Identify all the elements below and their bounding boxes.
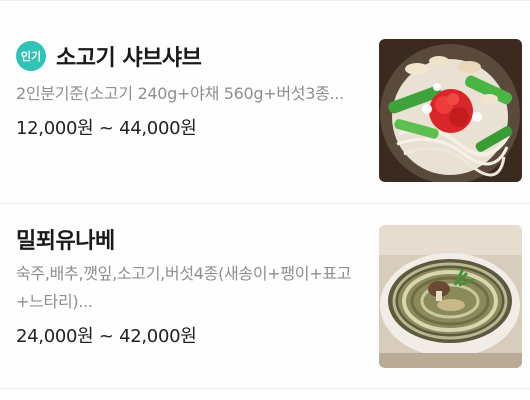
menu-item-title: 밀푀유나베 <box>16 229 115 254</box>
shabu-shabu-photo <box>379 39 522 182</box>
menu-item-info: 밀푀유나베 숙주,배추,깻잎,소고기,버섯4종(새송이+팽이+표고+느타리)..… <box>16 204 361 348</box>
menu-item-price: 24,000원 ~ 42,000원 <box>16 326 197 347</box>
menu-list: 인기 소고기 샤브샤브 2인분기준(소고기 240g+야채 560g+버섯3종.… <box>0 0 530 400</box>
title-row: 인기 소고기 샤브샤브 <box>16 38 361 74</box>
title-row: 밀푀유나베 <box>16 221 361 257</box>
menu-item-info: 인기 소고기 샤브샤브 2인분기준(소고기 240g+야채 560g+버섯3종.… <box>16 25 361 140</box>
shabu-shabu-illustration <box>379 39 522 182</box>
menu-item-description: 2인분기준(소고기 240g+야채 560g+버섯3종... <box>16 84 344 103</box>
menu-item-shabu-shabu[interactable]: 인기 소고기 샤브샤브 2인분기준(소고기 240g+야채 560g+버섯3종.… <box>0 25 530 195</box>
menu-item-title: 소고기 샤브샤브 <box>56 46 202 71</box>
divider <box>0 388 530 389</box>
divider <box>0 0 530 1</box>
millefeuille-nabe-illustration <box>379 225 522 368</box>
millefeuille-nabe-photo <box>379 225 522 368</box>
menu-item-millefeuille-nabe[interactable]: 밀푀유나베 숙주,배추,깻잎,소고기,버섯4종(새송이+팽이+표고+느타리)..… <box>0 204 530 374</box>
menu-item-description: 숙주,배추,깻잎,소고기,버섯4종(새송이+팽이+표고+느타리)... <box>16 264 352 311</box>
menu-item-price: 12,000원 ~ 44,000원 <box>16 118 197 139</box>
popular-badge: 인기 <box>16 41 46 71</box>
